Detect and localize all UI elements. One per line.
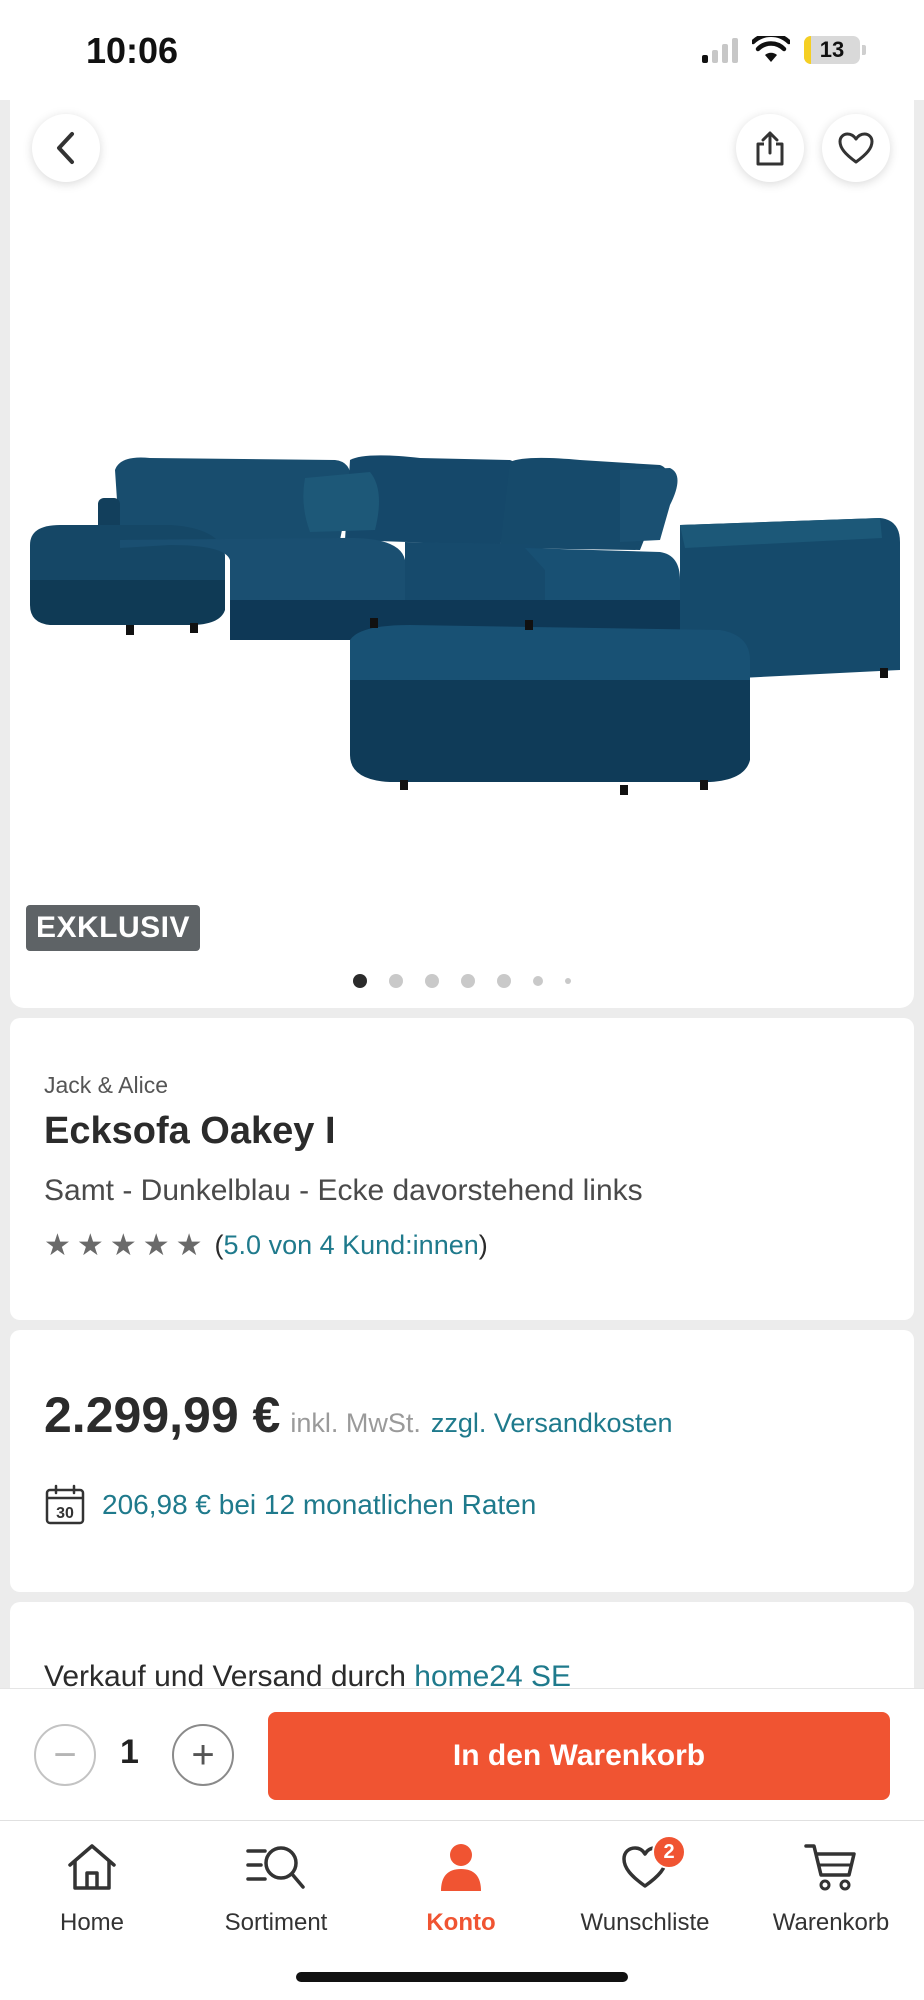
pagination-dot[interactable] — [565, 978, 571, 984]
star-icon: ★ — [175, 1228, 203, 1262]
pagination-dot[interactable] — [389, 974, 403, 988]
image-pagination[interactable] — [10, 974, 914, 988]
signal-icon — [702, 37, 738, 63]
back-button[interactable] — [32, 114, 100, 182]
battery-icon: 13 — [804, 36, 860, 64]
vat-note: inkl. MwSt. — [290, 1408, 421, 1438]
nav-item-sortiment[interactable]: Sortiment — [191, 1835, 361, 1937]
svg-text:30: 30 — [56, 1505, 74, 1522]
status-bar: 10:06 13 — [0, 0, 924, 100]
shipping-costs-link[interactable]: zzgl. Versandkosten — [431, 1408, 673, 1439]
cart-icon — [804, 1844, 856, 1891]
quantity-value: 1 — [120, 1733, 139, 1771]
add-to-cart-button[interactable]: In den Warenkorb — [268, 1712, 890, 1800]
pagination-dot[interactable] — [497, 974, 511, 988]
rating-link[interactable]: (5.0 von 4 Kund:innen) — [215, 1230, 488, 1261]
battery-fill — [804, 36, 812, 64]
nav-label-sortiment: Sortiment — [224, 1909, 328, 1936]
rating[interactable]: ★ ★ ★ ★ ★ (5.0 von 4 Kund:innen) — [44, 1230, 488, 1261]
chevron-left-icon — [57, 132, 74, 164]
catalog-search-icon — [246, 1846, 305, 1889]
wishlist-count-badge: 2 — [652, 1835, 686, 1869]
star-icon: ★ — [76, 1228, 104, 1262]
star-icon: ★ — [142, 1228, 170, 1262]
brand-name[interactable]: Jack & Alice — [44, 1072, 168, 1099]
pagination-dot[interactable] — [353, 974, 367, 988]
nav-item-konto[interactable]: Konto — [376, 1835, 546, 1937]
nav-item-warenkorb[interactable]: Warenkorb — [746, 1835, 916, 1937]
wifi-icon — [752, 36, 790, 62]
battery-cap — [862, 45, 866, 55]
pagination-dot[interactable] — [533, 976, 543, 986]
product-image-card: EXKLUSIV — [10, 0, 914, 1008]
heart-icon — [838, 132, 874, 164]
price-card: 2.299,99 € inkl. MwSt. zzgl. Versandkost… — [10, 1330, 914, 1592]
nav-item-home[interactable]: Home — [7, 1835, 177, 1937]
star-icon: ★ — [109, 1228, 137, 1262]
nav-label-warenkorb: Warenkorb — [772, 1909, 890, 1936]
share-button[interactable] — [736, 114, 804, 182]
star-icon: ★ — [44, 1228, 71, 1262]
wishlist-toggle-button[interactable] — [822, 114, 890, 182]
pagination-dot[interactable] — [425, 974, 439, 988]
price-row: 2.299,99 € inkl. MwSt. zzgl. Versandkost… — [44, 1386, 673, 1444]
battery-level: 13 — [819, 37, 845, 62]
nav-label-home: Home — [59, 1909, 125, 1936]
quantity-increase-button[interactable]: + — [172, 1724, 234, 1786]
status-time: 10:06 — [86, 30, 179, 71]
quantity-decrease-button[interactable]: − — [34, 1724, 96, 1786]
product-title: Ecksofa Oakey I — [44, 1110, 336, 1152]
home-icon — [68, 1844, 116, 1890]
home-indicator — [296, 1972, 628, 1982]
nav-label-wunschliste: Wunschliste — [580, 1909, 710, 1936]
price: 2.299,99 € — [44, 1387, 281, 1443]
rating-text[interactable]: 5.0 von 4 Kund:innen — [224, 1230, 479, 1260]
nav-item-wunschliste[interactable]: 2 Wunschliste — [560, 1835, 730, 1937]
account-icon — [441, 1844, 481, 1891]
exclusive-badge: EXKLUSIV — [26, 905, 201, 951]
share-icon — [756, 131, 784, 166]
status-icons: 13 — [702, 36, 866, 64]
add-to-cart-bar: − 1 + In den Warenkorb — [0, 1688, 924, 1820]
installment-row[interactable]: 30 206,98 € bei 12 monatlichen Raten — [44, 1484, 536, 1526]
pagination-dot[interactable] — [461, 974, 475, 988]
nav-label-konto: Konto — [426, 1909, 496, 1936]
product-info-card: Jack & Alice Ecksofa Oakey I Samt - Dunk… — [10, 1018, 914, 1320]
calendar-icon: 30 — [45, 1484, 85, 1525]
installment-text[interactable]: 206,98 € bei 12 monatlichen Raten — [102, 1489, 536, 1521]
product-variant: Samt - Dunkelblau - Ecke davorstehend li… — [44, 1174, 643, 1207]
product-image[interactable] — [20, 430, 914, 850]
